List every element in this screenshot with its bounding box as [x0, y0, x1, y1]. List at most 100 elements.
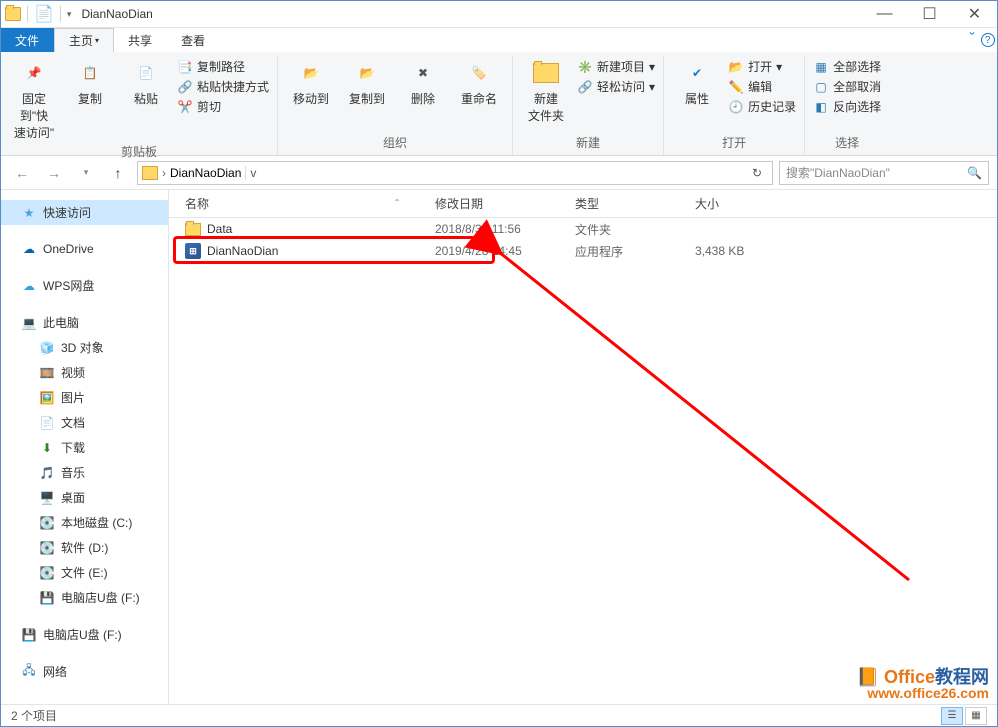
file-row[interactable]: Data2018/8/30 11:56文件夹	[169, 218, 997, 240]
forward-button[interactable]: →	[41, 160, 67, 186]
video-icon: 🎞️	[39, 365, 55, 381]
path-icon: 📑	[177, 59, 193, 75]
recent-button[interactable]: ▾	[73, 160, 99, 186]
file-list[interactable]: 名称ˆ 修改日期 类型 大小 Data2018/8/30 11:56文件夹 ⊞ Di…	[169, 190, 997, 706]
column-size[interactable]: 大小	[689, 195, 789, 212]
file-row[interactable]: ⊞DianNaoDian2019/4/28 14:45应用程序3,438 KB	[169, 240, 997, 262]
paste-shortcut-button[interactable]: 🔗粘贴快捷方式	[177, 78, 269, 95]
chevron-down-icon: ▾	[95, 36, 99, 45]
cut-button[interactable]: ✂️剪切	[177, 98, 269, 115]
sidebar-item-ddrive[interactable]: 💽软件 (D:)	[1, 535, 168, 560]
search-input[interactable]: 搜索"DianNaoDian" 🔍	[779, 161, 989, 185]
minimize-button[interactable]: —	[862, 1, 907, 27]
copy-to-button[interactable]: 📂复制到	[342, 56, 392, 107]
sidebar-item-fdrive2[interactable]: 💾电脑店U盘 (F:)	[1, 622, 168, 647]
help-button[interactable]: ˇ ?	[967, 28, 997, 52]
select-none-button[interactable]: ▢全部取消	[813, 78, 881, 95]
tab-home[interactable]: 主页▾	[54, 28, 114, 52]
address-path: DianNaoDian	[170, 166, 241, 180]
address-dropdown-icon[interactable]: v	[245, 166, 260, 180]
select-all-button[interactable]: ▦全部选择	[813, 58, 881, 75]
properties-button[interactable]: ✔属性	[672, 56, 722, 107]
copy-button[interactable]: 📋复制	[65, 56, 115, 107]
sidebar-item-thispc[interactable]: 💻此电脑	[1, 310, 168, 335]
selectnone-icon: ▢	[813, 79, 829, 95]
sidebar-item-edrive[interactable]: 💽文件 (E:)	[1, 560, 168, 585]
file-name: DianNaoDian	[207, 244, 278, 258]
sidebar-item-network[interactable]: 🖧网络	[1, 659, 168, 684]
refresh-button[interactable]: ↻	[746, 166, 768, 180]
rename-button[interactable]: 🏷️重命名	[454, 56, 504, 107]
column-type[interactable]: 类型	[569, 195, 689, 212]
sidebar-item-onedrive[interactable]: ☁OneDrive	[1, 237, 168, 261]
pc-icon: 💻	[21, 315, 37, 331]
close-button[interactable]: ✕	[952, 1, 997, 27]
back-button[interactable]: ←	[9, 160, 35, 186]
sidebar-item-quickaccess[interactable]: ★快速访问	[1, 200, 168, 225]
status-bar: 2 个项目 ☰ ▦	[1, 704, 997, 726]
delete-icon: ✖	[407, 58, 439, 88]
copyto-icon: 📂	[351, 58, 383, 88]
sidebar-item-desktop[interactable]: 🖥️桌面	[1, 485, 168, 510]
network-icon: 🖧	[21, 664, 37, 680]
open-button[interactable]: 📂打开 ▾	[728, 58, 796, 75]
history-button[interactable]: 🕘历史记录	[728, 98, 796, 115]
sidebar-item-documents[interactable]: 📄文档	[1, 410, 168, 435]
tab-share[interactable]: 共享	[114, 28, 167, 52]
tab-view[interactable]: 查看	[167, 28, 220, 52]
easy-access-button[interactable]: 🔗轻松访问 ▾	[577, 78, 655, 95]
new-item-button[interactable]: ✳️新建项目 ▾	[577, 58, 655, 75]
chevron-right-icon: ›	[162, 166, 166, 180]
address-bar[interactable]: › DianNaoDian v ↻	[137, 161, 773, 185]
qat-dropdown-icon[interactable]: ▾	[67, 9, 72, 20]
sidebar-item-fdrive[interactable]: 💾电脑店U盘 (F:)	[1, 585, 168, 610]
view-icons-button[interactable]: ▦	[965, 707, 987, 725]
music-icon: 🎵	[39, 465, 55, 481]
maximize-button[interactable]: ☐	[907, 1, 952, 27]
sidebar-item-cdrive[interactable]: 💽本地磁盘 (C:)	[1, 510, 168, 535]
annotation-arrow	[169, 190, 989, 710]
sidebar-item-3dobjects[interactable]: 🧊3D 对象	[1, 335, 168, 360]
move-to-button[interactable]: 📂移动到	[286, 56, 336, 107]
view-details-button[interactable]: ☰	[941, 707, 963, 725]
properties-icon: ✔	[681, 58, 713, 88]
qat-doc-icon[interactable]: 📄	[34, 4, 54, 24]
sidebar-item-wps[interactable]: ☁WPS网盘	[1, 273, 168, 298]
sidebar-item-pictures[interactable]: 🖼️图片	[1, 385, 168, 410]
sidebar-item-music[interactable]: 🎵音乐	[1, 460, 168, 485]
pin-icon: 📌	[18, 58, 50, 88]
newfolder-icon	[530, 58, 562, 88]
delete-button[interactable]: ✖删除	[398, 56, 448, 107]
pin-quickaccess-button[interactable]: 📌固定到"快 速访问"	[9, 56, 59, 141]
edit-button[interactable]: ✏️编辑	[728, 78, 796, 95]
column-name[interactable]: 名称ˆ	[179, 195, 429, 212]
ribbon: 📌固定到"快 速访问" 📋复制 📄粘贴 📑复制路径 🔗粘贴快捷方式 ✂️剪切 剪…	[1, 52, 997, 156]
file-type: 文件夹	[569, 221, 689, 238]
column-headers[interactable]: 名称ˆ 修改日期 类型 大小	[169, 190, 997, 218]
search-icon: 🔍	[967, 166, 982, 180]
newitem-icon: ✳️	[577, 59, 593, 75]
file-size: 3,438 KB	[689, 244, 789, 258]
main-area: ★快速访问 ☁OneDrive ☁WPS网盘 💻此电脑 🧊3D 对象 🎞️视频 …	[1, 190, 997, 706]
navigation-pane[interactable]: ★快速访问 ☁OneDrive ☁WPS网盘 💻此电脑 🧊3D 对象 🎞️视频 …	[1, 190, 169, 706]
drive-icon: 💽	[39, 565, 55, 581]
paste-button[interactable]: 📄粘贴	[121, 56, 171, 107]
invert-selection-button[interactable]: ◧反向选择	[813, 98, 881, 115]
edit-icon: ✏️	[728, 79, 744, 95]
sidebar-item-downloads[interactable]: ⬇下载	[1, 435, 168, 460]
group-open-label: 打开	[672, 132, 796, 153]
title-bar: 📄 ▾ DianNaoDian — ☐ ✕	[1, 1, 997, 28]
copy-path-button[interactable]: 📑复制路径	[177, 58, 269, 75]
tab-file[interactable]: 文件	[1, 28, 54, 52]
sidebar-item-videos[interactable]: 🎞️视频	[1, 360, 168, 385]
selectall-icon: ▦	[813, 59, 829, 75]
address-bar-row: ← → ▾ ↑ › DianNaoDian v ↻ 搜索"DianNaoDian…	[1, 156, 997, 190]
sort-indicator-icon: ˆ	[395, 197, 399, 211]
usb-icon: 💾	[21, 627, 37, 643]
column-date[interactable]: 修改日期	[429, 195, 569, 212]
rename-icon: 🏷️	[463, 58, 495, 88]
new-folder-button[interactable]: 新建 文件夹	[521, 56, 571, 124]
up-button[interactable]: ↑	[105, 160, 131, 186]
exe-icon: ⊞	[185, 243, 201, 259]
drive-icon: 💽	[39, 540, 55, 556]
